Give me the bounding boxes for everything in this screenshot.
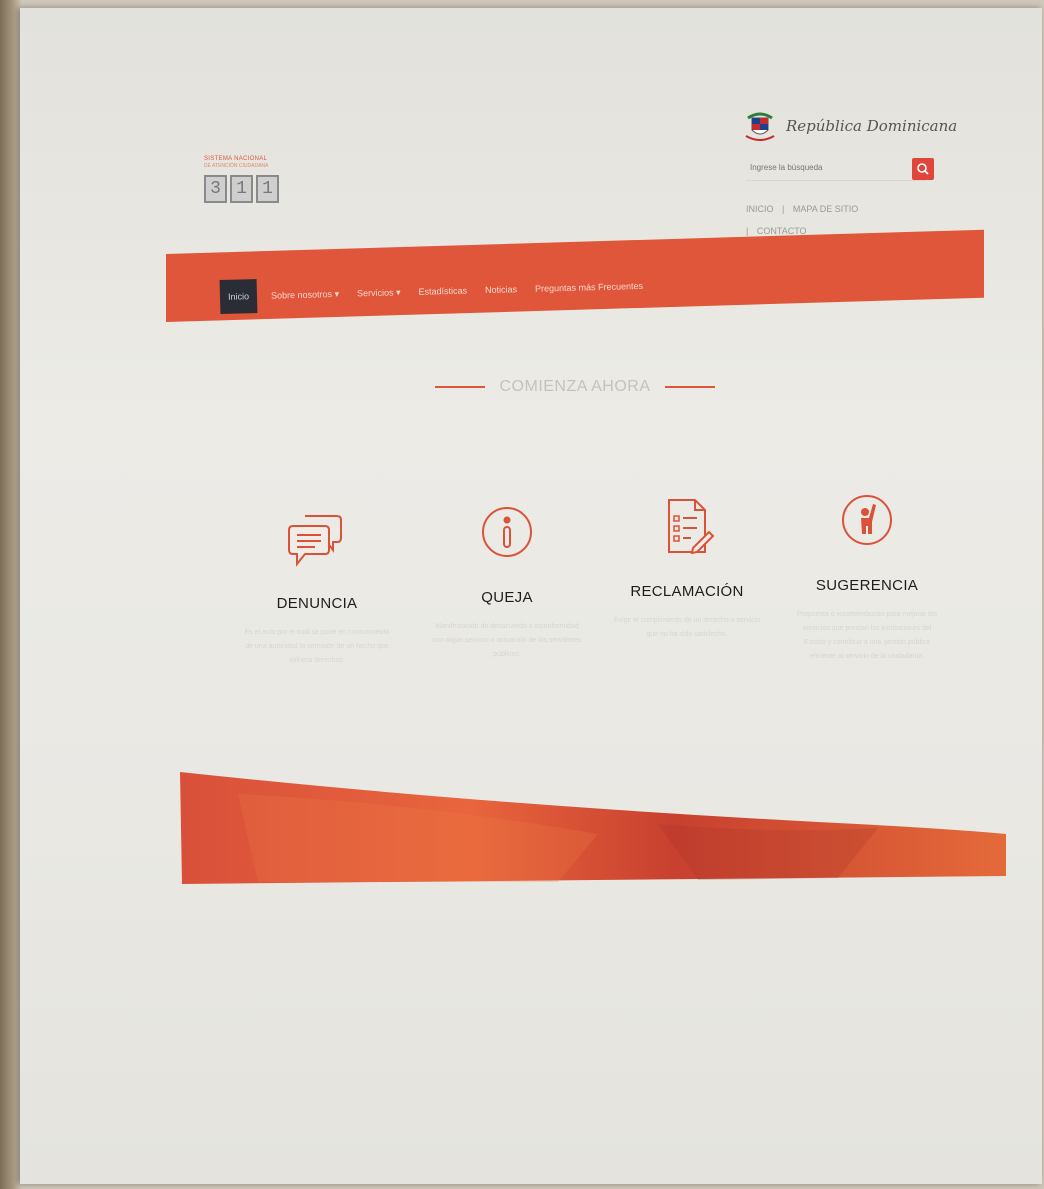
- logo-line1: SISTEMA NACIONAL: [204, 156, 268, 162]
- card-description: Exigir el cumplimiento de un derecho o s…: [613, 617, 761, 638]
- card-denuncia[interactable]: DENUNCIA Es el acto por el cual se pone …: [242, 508, 392, 668]
- search-icon: [917, 163, 929, 175]
- website-page: SISTEMA NACIONAL DE ATENCIÓN CIUDADANA 3…: [20, 8, 1042, 1184]
- top-link-mapa-de-sitio[interactable]: MAPA DE SITIO: [793, 204, 858, 214]
- search-bar: [746, 154, 926, 181]
- search-input[interactable]: [746, 154, 892, 180]
- section-title-text: COMIENZA AHORA: [499, 378, 651, 395]
- info-circle-icon: [482, 507, 532, 557]
- card-description: Propuesta o recomendación para mejorar l…: [796, 611, 938, 660]
- logo-line2: DE ATENCIÓN CIUDADANA: [204, 163, 269, 169]
- government-brand[interactable]: República Dominicana: [742, 108, 957, 144]
- title-line-right: [664, 386, 715, 388]
- card-title: QUEJA: [481, 589, 533, 606]
- section-title: COMIENZA AHORA: [420, 374, 730, 400]
- nav-item-sobre-nosotros[interactable]: Sobre nosotros ▾: [271, 288, 339, 301]
- speech-bubbles-icon: [288, 515, 342, 567]
- card-sugerencia[interactable]: SUGERENCIA Propuesta o recomendación par…: [792, 490, 942, 664]
- nav-item-noticias[interactable]: Noticias: [485, 284, 517, 295]
- logo-digit: 1: [256, 175, 279, 203]
- bottom-wave-banner: [180, 772, 1006, 884]
- top-link-separator: |: [782, 204, 785, 214]
- logo-digit: 1: [230, 175, 253, 203]
- person-raising-hand-icon: [842, 495, 892, 545]
- document-checklist-icon: [668, 499, 715, 555]
- card-title: DENUNCIA: [276, 595, 358, 612]
- card-queja[interactable]: QUEJA Manifestación de desacuerdo o inco…: [432, 502, 582, 662]
- card-reclamacion[interactable]: RECLAMACIÓN Exigir el cumplimiento de un…: [612, 496, 762, 642]
- card-description: Es el acto por el cual se pone en conoci…: [244, 629, 390, 664]
- card-description: Manifestación de desacuerdo o inconformi…: [432, 623, 582, 658]
- logo-311[interactable]: SISTEMA NACIONAL DE ATENCIÓN CIUDADANA 3…: [204, 156, 304, 226]
- nav-item-servicios[interactable]: Servicios ▾: [357, 287, 401, 299]
- top-link-inicio[interactable]: INICIO: [746, 204, 774, 214]
- government-name: República Dominicana: [786, 117, 958, 135]
- coat-of-arms-icon: [745, 112, 775, 141]
- nav-item-estadisticas[interactable]: Estadísticas: [418, 286, 467, 297]
- top-link-separator: |: [746, 226, 749, 236]
- logo-digit: 3: [204, 175, 227, 203]
- nav-item-preguntas-frecuentes[interactable]: Preguntas más Frecuentes: [535, 281, 643, 294]
- search-button[interactable]: [912, 158, 934, 180]
- printed-page: SISTEMA NACIONAL DE ATENCIÓN CIUDADANA 3…: [20, 8, 1042, 1184]
- logo-digits: 3 1 1: [204, 175, 304, 203]
- card-title: RECLAMACIÓN: [630, 583, 744, 600]
- nav-item-inicio[interactable]: Inicio: [219, 279, 258, 314]
- title-line-left: [435, 386, 486, 388]
- card-title: SUGERENCIA: [815, 577, 919, 594]
